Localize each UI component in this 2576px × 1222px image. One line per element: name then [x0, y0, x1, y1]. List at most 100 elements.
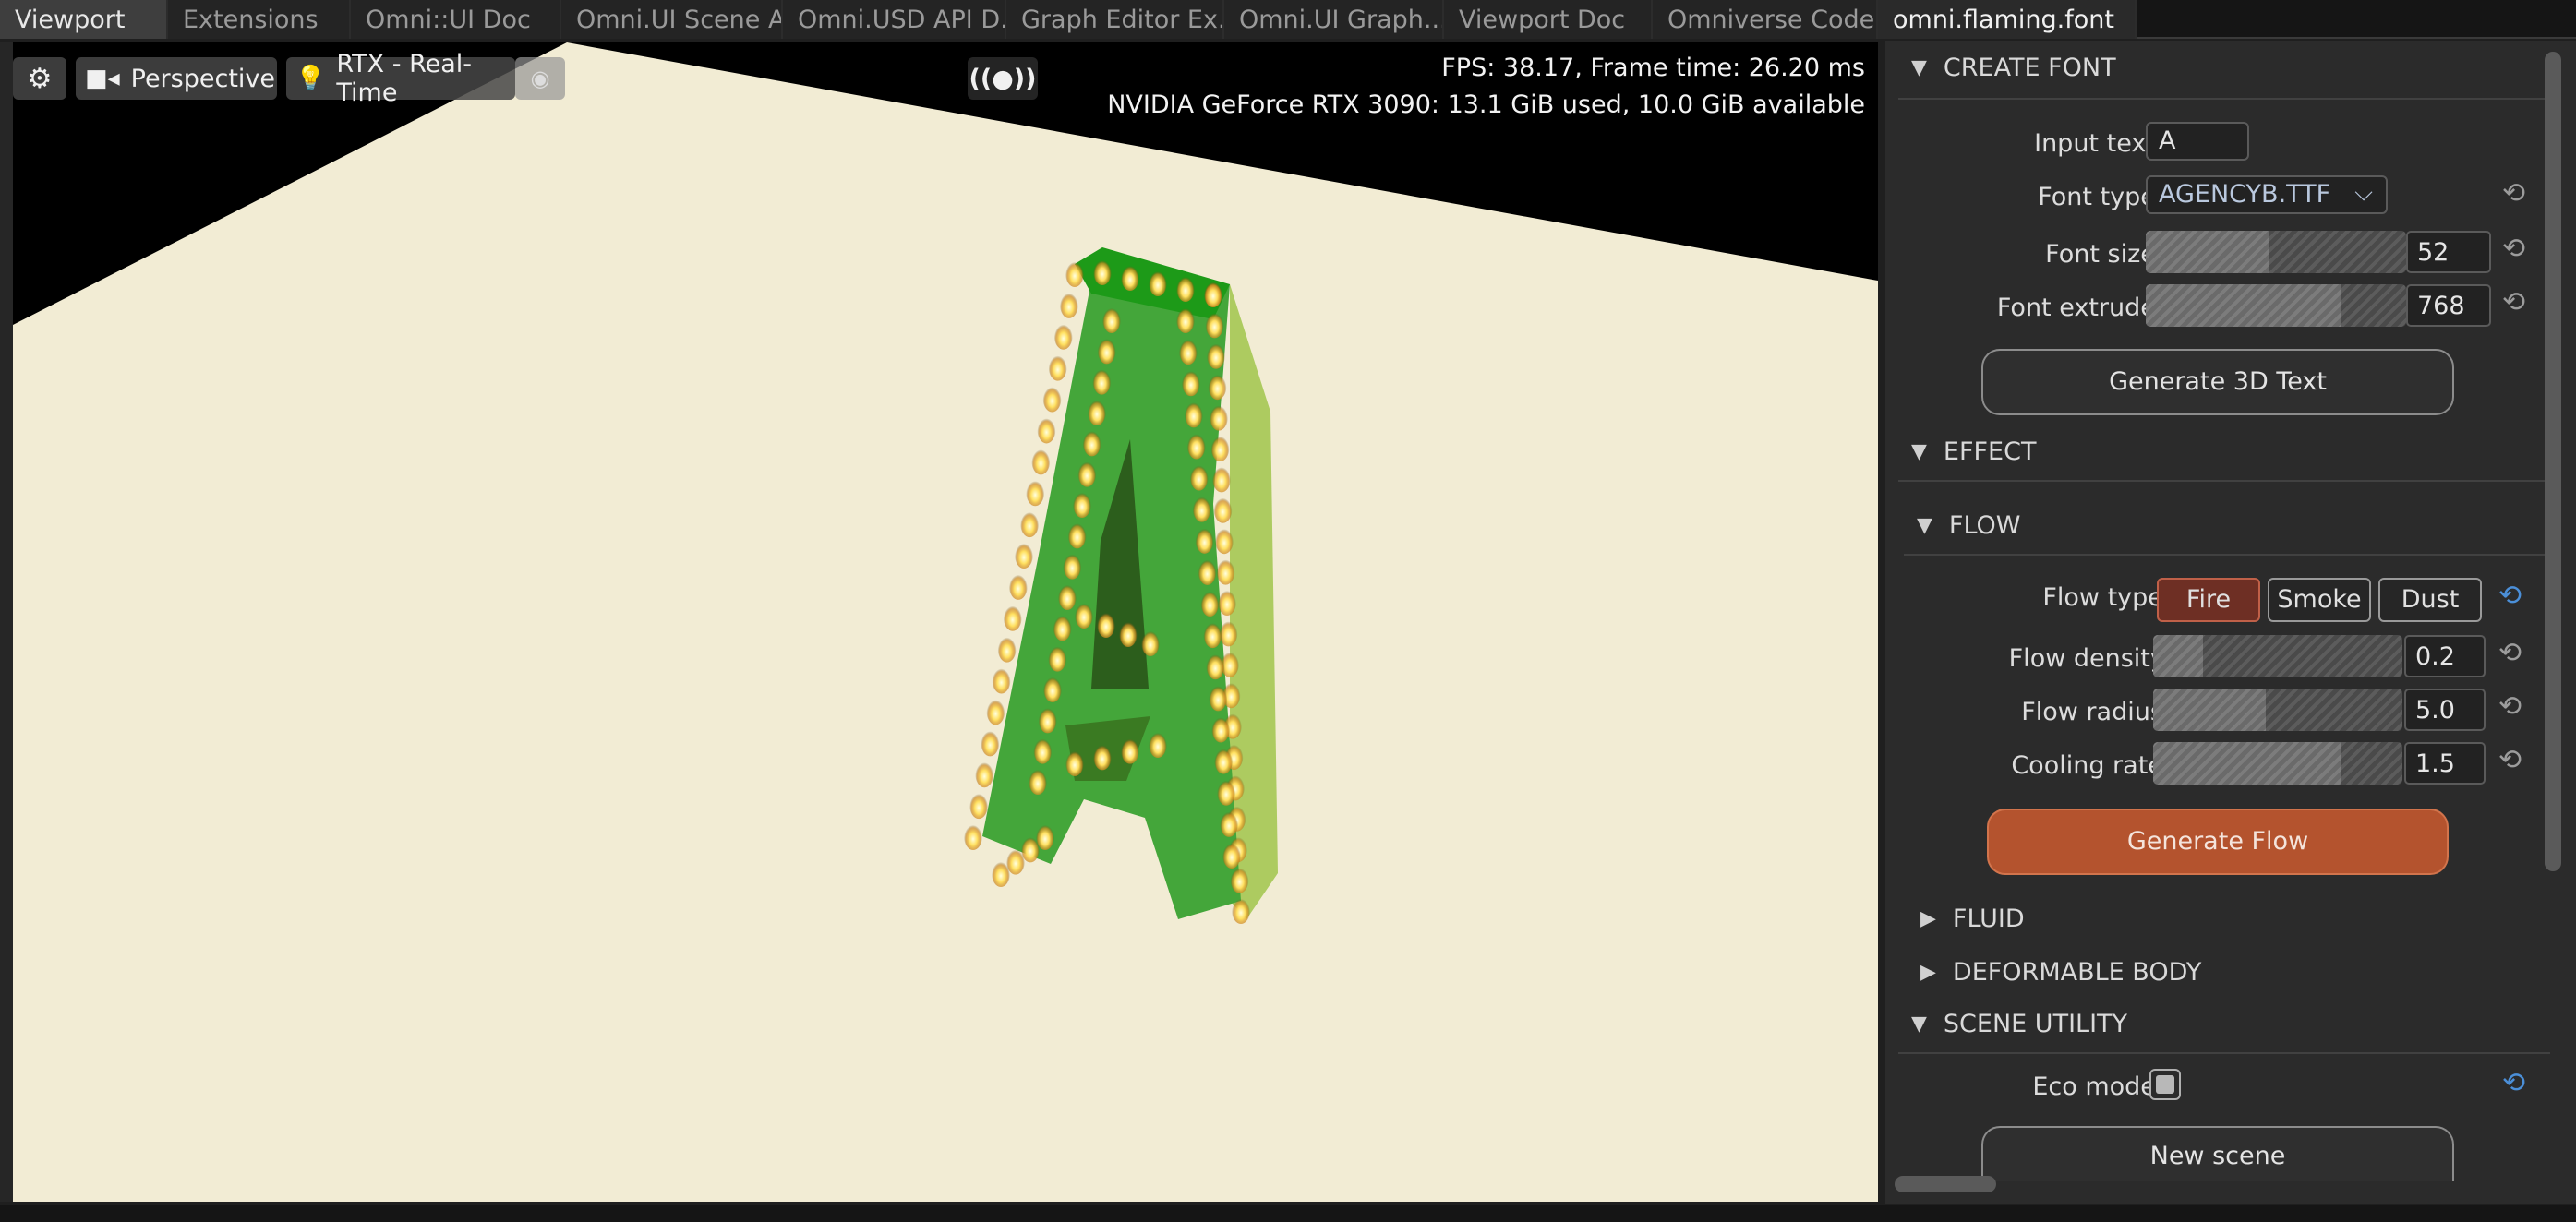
- flame-particle: [1208, 372, 1227, 401]
- section-title: CREATE FONT: [1943, 54, 2116, 82]
- settings-button[interactable]: ⚙: [13, 57, 66, 100]
- font-size-field[interactable]: 52: [2406, 231, 2491, 273]
- flame-particle: [1008, 571, 1028, 600]
- flow-density-slider[interactable]: [2153, 635, 2402, 677]
- flame-particle: [1065, 749, 1084, 776]
- tab-omni-ui-scene[interactable]: Omni.UI Scene A...: [561, 0, 783, 39]
- font-extrude-field[interactable]: 768: [2406, 284, 2491, 327]
- reset-flow-density-icon[interactable]: ⟲: [2498, 637, 2522, 669]
- tab-omni-ui-graph[interactable]: Omni.UI Graph...: [1224, 0, 1444, 39]
- section-effect[interactable]: ▼ EFFECT: [1911, 437, 2036, 466]
- tab-graph-editor[interactable]: Graph Editor Ex...: [1006, 0, 1224, 39]
- section-title: SCENE UTILITY: [1943, 1010, 2128, 1038]
- section-deformable-body[interactable]: ▶ DEFORMABLE BODY: [1920, 958, 2201, 987]
- reset-eco-mode-icon[interactable]: ⟲: [2502, 1067, 2525, 1099]
- gear-icon: ⚙: [27, 62, 53, 95]
- flame-particle: [1206, 652, 1225, 680]
- reset-flow-radius-icon[interactable]: ⟲: [2498, 690, 2522, 723]
- font-type-dropdown[interactable]: AGENCYB.TTF ⌵: [2146, 175, 2388, 214]
- flame-particle: [1216, 557, 1235, 585]
- broadcast-button[interactable]: ((●)): [968, 57, 1038, 100]
- generate-3d-text-button[interactable]: Generate 3D Text: [1981, 349, 2454, 415]
- flame-particle: [1222, 841, 1241, 869]
- checkbox-mark: [2156, 1075, 2174, 1094]
- camera-icon: ■◂: [85, 65, 120, 92]
- viewport[interactable]: ⚙ ■◂ Perspective 💡 RTX - Real-Time ◉ ((●…: [13, 42, 1878, 1202]
- flame-particle: [975, 760, 994, 788]
- gpu-readout: NVIDIA GeForce RTX 3090: 13.1 GiB used, …: [1107, 90, 1865, 119]
- flame-particle: [1205, 310, 1224, 339]
- flame-particle: [1149, 730, 1167, 758]
- flame-particle: [1093, 742, 1112, 771]
- flow-density-label: Flow density:: [2008, 644, 2172, 673]
- flame-particle: [1042, 384, 1062, 413]
- visibility-button[interactable]: ◉: [515, 57, 565, 100]
- divider: [1898, 1052, 2550, 1054]
- flame-particle: [1063, 551, 1082, 580]
- flame-particle: [1209, 683, 1228, 712]
- eco-mode-label: Eco mode:: [2032, 1072, 2164, 1101]
- flow-radius-slider[interactable]: [2153, 689, 2402, 731]
- new-scene-button[interactable]: New scene: [1981, 1126, 2454, 1181]
- collapse-down-icon: ▼: [1911, 56, 1927, 79]
- font-size-slider[interactable]: [2146, 231, 2406, 273]
- flame-particle: [1195, 525, 1214, 554]
- flame-particle: [1015, 541, 1033, 569]
- flame-particle: [1189, 462, 1209, 491]
- generate-flow-button[interactable]: Generate Flow: [1987, 809, 2449, 875]
- tab-omni-ui-doc[interactable]: Omni::UI Doc: [351, 0, 561, 39]
- flow-type-dust-button[interactable]: Dust: [2378, 578, 2482, 622]
- flame-particle: [1029, 767, 1047, 795]
- font-type-value: AGENCYB.TTF: [2159, 180, 2331, 209]
- tab-flaming-font[interactable]: omni.flaming.font: [1878, 0, 2137, 39]
- tab-viewport-doc[interactable]: Viewport Doc: [1444, 0, 1653, 39]
- section-create-font[interactable]: ▼ CREATE FONT: [1911, 54, 2116, 82]
- flame-particle: [1003, 603, 1022, 631]
- flame-particle: [1075, 601, 1093, 629]
- tab-viewport[interactable]: Viewport: [0, 0, 168, 39]
- flame-particle: [1232, 896, 1250, 924]
- reset-font-size-icon[interactable]: ⟲: [2502, 233, 2525, 265]
- section-scene-utility[interactable]: ▼ SCENE UTILITY: [1911, 1010, 2127, 1038]
- flame-particle: [1218, 588, 1236, 616]
- renderer-menu[interactable]: 💡 RTX - Real-Time: [286, 50, 515, 107]
- tab-extensions[interactable]: Extensions: [168, 0, 351, 39]
- flame-particle: [1200, 589, 1220, 617]
- flow-density-field[interactable]: 0.2: [2404, 635, 2486, 677]
- eye-icon: ◉: [530, 66, 550, 91]
- flame-particle: [1026, 478, 1045, 507]
- collapse-down-icon: ▼: [1911, 440, 1927, 463]
- flame-particle: [1067, 521, 1087, 549]
- lightbulb-icon: 💡: [295, 65, 326, 92]
- eco-mode-checkbox[interactable]: [2149, 1069, 2181, 1100]
- input-text-field[interactable]: A: [2146, 122, 2249, 161]
- reset-font-extrude-icon[interactable]: ⟲: [2502, 286, 2525, 318]
- font-type-label: Font type:: [2038, 183, 2164, 211]
- camera-menu[interactable]: ■◂ Perspective: [76, 57, 277, 100]
- flame-particle: [1212, 464, 1231, 493]
- flow-radius-field[interactable]: 5.0: [2404, 689, 2486, 731]
- flame-particle: [1082, 428, 1101, 457]
- reset-cooling-rate-icon[interactable]: ⟲: [2498, 744, 2522, 776]
- section-fluid[interactable]: ▶ FLUID: [1920, 905, 2025, 933]
- cooling-rate-slider[interactable]: [2153, 742, 2402, 785]
- flame-particle: [1176, 274, 1195, 302]
- tab-omniverse-code[interactable]: Omniverse Code...: [1653, 0, 1878, 39]
- reset-font-type-icon[interactable]: ⟲: [2502, 177, 2525, 210]
- flame-particle: [1141, 629, 1160, 656]
- section-flow[interactable]: ▼ FLOW: [1917, 511, 2020, 540]
- reset-flow-type-icon[interactable]: ⟲: [2498, 580, 2522, 612]
- flame-particle: [1093, 258, 1112, 285]
- panel-horizontal-scrollbar[interactable]: [1895, 1176, 1996, 1192]
- flame-particle: [1073, 490, 1091, 518]
- tab-omni-usd-api[interactable]: Omni.USD API D...: [783, 0, 1006, 39]
- section-title: DEFORMABLE BODY: [1952, 958, 2202, 987]
- cooling-rate-field[interactable]: 1.5: [2404, 742, 2486, 785]
- flow-type-smoke-button[interactable]: Smoke: [2268, 578, 2371, 622]
- flow-type-fire-button[interactable]: Fire: [2157, 578, 2260, 622]
- expand-right-icon: ▶: [1920, 907, 1936, 930]
- flow-radius-slider-fill: [2153, 689, 2266, 731]
- app-window: Viewport Extensions Omni::UI Doc Omni.UI…: [0, 0, 2576, 1222]
- panel-vertical-scrollbar[interactable]: [2545, 52, 2561, 871]
- font-extrude-slider[interactable]: [2146, 284, 2406, 327]
